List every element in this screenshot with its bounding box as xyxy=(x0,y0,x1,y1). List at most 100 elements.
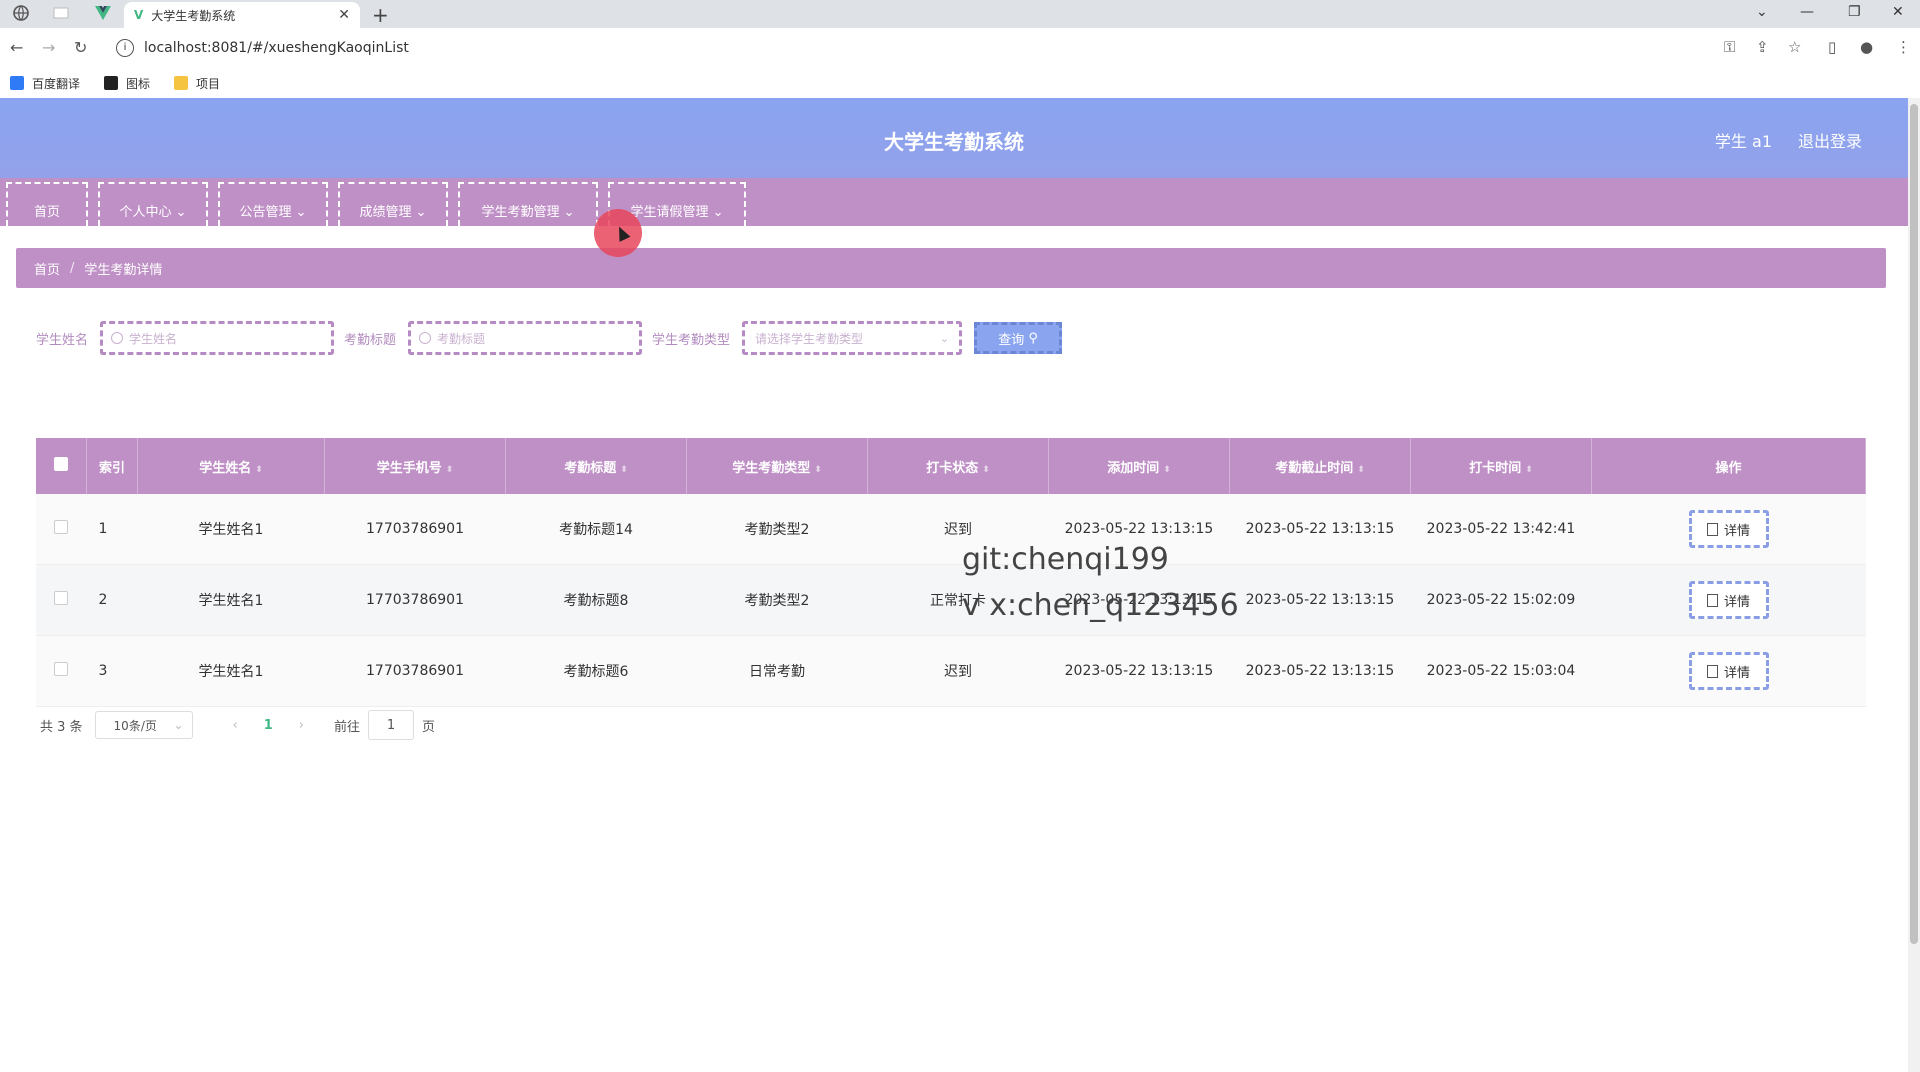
tab-title: 大学生考勤系统 xyxy=(151,8,236,23)
name-search-input[interactable]: 学生姓名 xyxy=(100,321,335,355)
folder-icon xyxy=(174,76,189,90)
search-icon xyxy=(419,332,432,344)
col-student-name[interactable]: 学生姓名 ⬍ xyxy=(137,438,325,494)
sort-icon[interactable]: ⬍ xyxy=(255,465,263,475)
sort-icon[interactable]: ⬍ xyxy=(814,465,822,475)
document-icon xyxy=(1706,593,1718,607)
cell-title: 考勤标题8 xyxy=(505,564,687,636)
sort-icon[interactable]: ⬍ xyxy=(620,465,628,475)
select-all-checkbox[interactable] xyxy=(54,457,68,471)
attendance-table: 索引 学生姓名 ⬍ 学生手机号 ⬍ 考勤标题 ⬍ 学生考勤类型 ⬍ 打卡状态 ⬍ 添加时间… xyxy=(36,438,1866,707)
title-label: 考勤标题 xyxy=(344,332,397,348)
cell-punch-time: 2023-05-22 15:03:04 xyxy=(1410,635,1592,707)
col-punch-time[interactable]: 打卡时间 ⬍ xyxy=(1410,438,1592,494)
cell-deadline: 2023-05-22 13:13:15 xyxy=(1229,564,1411,636)
vue-logo-icon: V xyxy=(134,8,144,22)
profile-icon[interactable]: ● xyxy=(1860,38,1873,56)
table-header-row: 索引 学生姓名 ⬍ 学生手机号 ⬍ 考勤标题 ⬍ 学生考勤类型 ⬍ 打卡状态 ⬍ 添加时间… xyxy=(36,438,1866,494)
url-field[interactable]: i localhost:8081/#/xueshengKaoqinList xyxy=(108,34,1688,62)
bookmark-project[interactable]: 项目 xyxy=(174,75,220,92)
sort-icon[interactable]: ⬍ xyxy=(1525,465,1533,475)
watermark-line-2: v x:chen_q123456 xyxy=(962,588,1239,623)
sort-icon[interactable]: ⬍ xyxy=(446,465,454,475)
blank-tab-icon[interactable] xyxy=(52,4,72,26)
col-type[interactable]: 学生考勤类型 ⬍ xyxy=(686,438,868,494)
prev-page-icon[interactable]: ‹ xyxy=(233,718,238,733)
chevron-down-icon: ⌄ xyxy=(939,331,950,345)
cell-type: 考勤类型2 xyxy=(686,564,868,636)
sort-icon[interactable]: ⬍ xyxy=(1357,465,1365,475)
new-tab-icon[interactable]: + xyxy=(372,3,389,27)
menu-item-notice[interactable]: 公告管理 ⌄ xyxy=(218,182,328,226)
key-icon[interactable]: ⚿ xyxy=(1724,38,1735,56)
detail-button[interactable]: 详情 xyxy=(1688,510,1769,548)
cell-index: 2 xyxy=(86,564,138,636)
sort-icon[interactable]: ⬍ xyxy=(1163,465,1171,475)
row-checkbox[interactable] xyxy=(54,520,69,534)
cell-index: 1 xyxy=(86,494,138,565)
chevron-down-icon: ⌄ xyxy=(173,718,184,732)
breadcrumb-current: 学生考勤详情 xyxy=(84,262,163,278)
title-search-input[interactable]: 考勤标题 xyxy=(408,321,643,355)
close-window-icon[interactable]: ✕ xyxy=(1892,4,1904,20)
more-menu-icon[interactable]: ⋮ xyxy=(1896,38,1911,56)
goto-page-input[interactable]: 1 xyxy=(368,710,415,740)
query-button[interactable]: 查询 ⚲ xyxy=(974,322,1063,354)
name-label: 学生姓名 xyxy=(36,332,89,348)
cell-title: 考勤标题6 xyxy=(505,635,687,707)
vue-tab-icon[interactable] xyxy=(94,4,114,26)
col-actions: 操作 xyxy=(1591,438,1866,494)
share-icon[interactable]: ⇪ xyxy=(1756,38,1769,56)
chevron-down-icon: ⌄ xyxy=(291,205,307,220)
active-tab[interactable]: V 大学生考勤系统 ✕ xyxy=(124,2,360,28)
breadcrumb: 首页 / 学生考勤详情 xyxy=(16,248,1886,288)
minimize-icon[interactable]: — xyxy=(1800,4,1814,20)
menu-item-grades[interactable]: 成绩管理 ⌄ xyxy=(338,182,448,226)
detail-button[interactable]: 详情 xyxy=(1688,652,1769,690)
reload-icon[interactable]: ↻ xyxy=(74,38,87,57)
sort-icon[interactable]: ⬍ xyxy=(982,465,990,475)
site-info-icon[interactable]: i xyxy=(116,39,134,57)
bookmark-baidu-translate[interactable]: 百度翻译 xyxy=(10,75,80,92)
chevron-down-icon: ⌄ xyxy=(559,205,575,220)
menu-item-home[interactable]: 首页 xyxy=(6,182,88,226)
tab-search-icon[interactable]: ⌄ xyxy=(1756,4,1768,20)
col-index: 索引 xyxy=(86,438,138,494)
cell-student-name: 学生姓名1 xyxy=(137,564,325,636)
cell-punch-time: 2023-05-22 15:02:09 xyxy=(1410,564,1592,636)
col-phone[interactable]: 学生手机号 ⬍ xyxy=(324,438,506,494)
next-page-icon[interactable]: › xyxy=(299,718,304,733)
forward-icon[interactable]: → xyxy=(42,38,55,57)
col-added-time[interactable]: 添加时间 ⬍ xyxy=(1048,438,1230,494)
col-title[interactable]: 考勤标题 ⬍ xyxy=(505,438,687,494)
type-select[interactable]: 请选择学生考勤类型 ⌄ xyxy=(742,321,963,355)
search-icon xyxy=(111,332,124,344)
detail-button[interactable]: 详情 xyxy=(1688,581,1769,619)
page-number-current[interactable]: 1 xyxy=(264,718,273,733)
scrollbar-thumb[interactable] xyxy=(1910,104,1918,944)
logout-button[interactable]: 退出登录 xyxy=(1798,128,1862,152)
total-count: 共 3 条 xyxy=(40,719,83,735)
restore-icon[interactable]: ❐ xyxy=(1848,4,1861,20)
row-checkbox[interactable] xyxy=(54,591,69,605)
document-icon xyxy=(1706,664,1718,678)
star-icon[interactable]: ☆ xyxy=(1788,38,1801,56)
bookmark-icons[interactable]: 图标 xyxy=(104,75,150,92)
row-checkbox[interactable] xyxy=(54,662,69,676)
menu-item-personal-center[interactable]: 个人中心 ⌄ xyxy=(98,182,208,226)
breadcrumb-home[interactable]: 首页 xyxy=(34,259,60,278)
page-size-select[interactable]: 10条/页 ⌄ xyxy=(94,711,193,739)
close-tab-icon[interactable]: ✕ xyxy=(338,7,350,23)
back-icon[interactable]: ← xyxy=(10,38,23,57)
row-checkbox-cell xyxy=(36,564,87,636)
menu-item-attendance[interactable]: 学生考勤管理 ⌄ xyxy=(458,182,598,226)
col-deadline[interactable]: 考勤截止时间 ⬍ xyxy=(1229,438,1411,494)
globe-icon[interactable] xyxy=(12,4,32,26)
cell-deadline: 2023-05-22 13:13:15 xyxy=(1229,494,1411,565)
page-scrollbar[interactable] xyxy=(1908,98,1920,1072)
cell-actions: 详情 xyxy=(1591,564,1866,636)
col-status[interactable]: 打卡状态 ⬍ xyxy=(867,438,1049,494)
side-panel-icon[interactable]: ▯ xyxy=(1828,38,1836,56)
row-checkbox-cell xyxy=(36,494,87,565)
search-form: 学生姓名 学生姓名 考勤标题 考勤标题 学生考勤类型 请选择学生考勤类型 ⌄ 查… xyxy=(36,320,1063,356)
